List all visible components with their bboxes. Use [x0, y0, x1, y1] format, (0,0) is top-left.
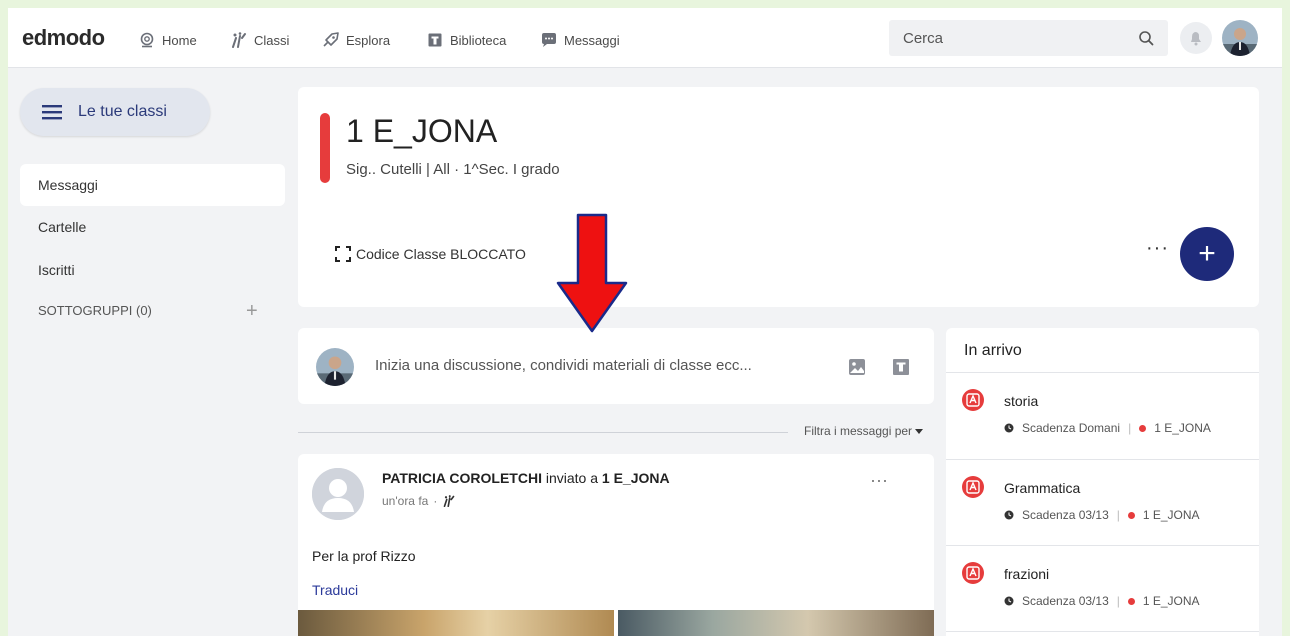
clock-icon: [1004, 596, 1014, 606]
incoming-title: In arrivo: [964, 342, 1022, 359]
clock-icon: [1004, 510, 1014, 520]
assignment-class: 1 E_JONA: [1154, 421, 1211, 435]
nav-explore-label: Esplora: [346, 32, 391, 48]
post-timestamp: un'ora fa ·: [382, 494, 456, 508]
due-date: Scadenza Domani: [1022, 421, 1121, 435]
red-arrow-annotation: [556, 213, 628, 333]
assignment-meta: Scadenza 03/13 | 1 E_JONA: [1004, 508, 1200, 522]
rocket-icon: [322, 32, 340, 48]
incoming-item[interactable]: Grammatica Scadenza 03/13 | 1 E_JONA: [946, 460, 1259, 545]
caret-down-icon: [915, 429, 924, 434]
nav-explore[interactable]: Esplora: [322, 30, 390, 50]
notification-button[interactable]: [1180, 22, 1212, 54]
bell-icon: [1191, 32, 1201, 46]
class-code-label: Codice Classe BLOCCATO: [356, 246, 526, 262]
class-title: 1 E_JONA: [346, 113, 498, 149]
due-date: Scadenza 03/13: [1022, 508, 1109, 522]
post-image-1[interactable]: [298, 610, 614, 636]
post-target-class[interactable]: 1 E_JONA: [602, 470, 670, 486]
nav-classes[interactable]: Classi: [230, 30, 289, 50]
due-date: Scadenza 03/13: [1022, 594, 1109, 608]
assignment-class: 1 E_JONA: [1142, 594, 1200, 608]
incoming-item[interactable]: storia Scadenza Domani | 1 E_JONA: [946, 373, 1259, 458]
post-card: PATRICIA COROLETCHI inviato a 1 E_JONA u…: [298, 454, 934, 636]
filter-label: Filtra i messaggi per: [804, 424, 913, 438]
divider: [946, 631, 1259, 632]
user-avatar[interactable]: [1222, 20, 1258, 56]
sidebar-item-folders[interactable]: Cartelle: [20, 206, 285, 248]
class-code-button[interactable]: Codice Classe BLOCCATO: [334, 245, 526, 263]
translate-link[interactable]: Traduci: [312, 582, 358, 598]
class-dot: [1127, 511, 1135, 519]
library-icon[interactable]: [892, 358, 910, 381]
post-time-label: un'ora fa: [382, 494, 429, 508]
edmodo-logo[interactable]: edmodo: [22, 25, 105, 51]
your-classes-label: Le tue classi: [78, 103, 167, 120]
assignment-class: 1 E_JONA: [1142, 508, 1200, 522]
image-icon[interactable]: [848, 358, 866, 381]
class-header-card: 1 E_JONA Sig.. Cutelli | All · 1^Sec. I …: [298, 87, 1259, 307]
sidebar-item-members[interactable]: Iscritti: [20, 249, 285, 291]
assignment-name: frazioni: [1004, 566, 1050, 582]
nav-messages-label: Messaggi: [564, 32, 620, 48]
subgroups-label: SOTTOGRUPPI (0): [38, 303, 152, 318]
post-more-button[interactable]: ···: [870, 470, 888, 491]
nav-classes-label: Classi: [254, 32, 290, 48]
nav-library-label: Biblioteca: [450, 32, 507, 48]
classes-icon: [230, 32, 248, 48]
assignment-icon: [962, 562, 984, 584]
post-image-2[interactable]: [618, 610, 934, 636]
incoming-panel: In arrivo storia Scadenza Domani | 1 E_J…: [946, 328, 1259, 636]
class-more-button[interactable]: ···: [1146, 237, 1169, 260]
sidebar-item-messages[interactable]: Messaggi: [20, 164, 285, 206]
top-navbar: edmodo Home Classi Esplora Biblioteca Me…: [8, 8, 1282, 68]
search-icon[interactable]: [1138, 30, 1154, 51]
library-icon: [426, 32, 444, 48]
add-subgroup-button[interactable]: +: [246, 300, 258, 323]
assignment-name: Grammatica: [1004, 480, 1081, 496]
nav-messages[interactable]: Messaggi: [540, 30, 620, 50]
sidebar-item-label: Cartelle: [38, 219, 87, 235]
your-classes-button[interactable]: Le tue classi: [20, 88, 210, 136]
post-author-name[interactable]: PATRICIA COROLETCHI: [382, 470, 542, 486]
class-dot: [1127, 597, 1135, 605]
assignment-meta: Scadenza 03/13 | 1 E_JONA: [1004, 594, 1200, 608]
home-icon: [138, 32, 156, 48]
nav-home[interactable]: Home: [138, 30, 197, 50]
assignment-meta: Scadenza Domani | 1 E_JONA: [1004, 421, 1211, 435]
post-composer[interactable]: Inizia una discussione, condividi materi…: [298, 328, 934, 404]
post-body: Per la prof Rizzo: [312, 548, 416, 564]
hamburger-icon: [42, 105, 62, 120]
incoming-item[interactable]: frazioni Scadenza 03/13 | 1 E_JONA: [946, 546, 1259, 631]
composer-input[interactable]: Inizia una discussione, condividi materi…: [375, 357, 752, 374]
post-sent-to: inviato a: [545, 470, 599, 486]
sidebar-item-label: Iscritti: [38, 262, 75, 278]
search-input[interactable]: Cerca: [903, 30, 943, 47]
composer-avatar: [316, 348, 354, 386]
assignment-icon: [962, 476, 984, 498]
filter-divider: [298, 432, 788, 433]
class-dot: [1139, 424, 1147, 432]
nav-library[interactable]: Biblioteca: [426, 30, 506, 50]
class-subtitle: Sig.. Cutelli | All · 1^Sec. I grado: [346, 161, 560, 178]
class-color-bar: [320, 113, 330, 183]
nav-home-label: Home: [162, 32, 197, 48]
assignment-icon: [962, 389, 984, 411]
post-author-avatar[interactable]: [312, 468, 364, 520]
sidebar-item-label: Messaggi: [38, 177, 98, 193]
app-frame: edmodo Home Classi Esplora Biblioteca Me…: [8, 8, 1282, 636]
assignment-name: storia: [1004, 393, 1039, 409]
filter-messages-dropdown[interactable]: Filtra i messaggi per: [804, 424, 924, 438]
classes-icon: [444, 495, 455, 507]
add-button[interactable]: +: [1180, 227, 1234, 281]
scan-frame-icon: [335, 246, 351, 262]
search-box[interactable]: Cerca: [889, 20, 1168, 56]
chat-icon: [540, 32, 558, 48]
post-header: PATRICIA COROLETCHI inviato a 1 E_JONA: [382, 470, 670, 486]
clock-icon: [1004, 423, 1014, 433]
